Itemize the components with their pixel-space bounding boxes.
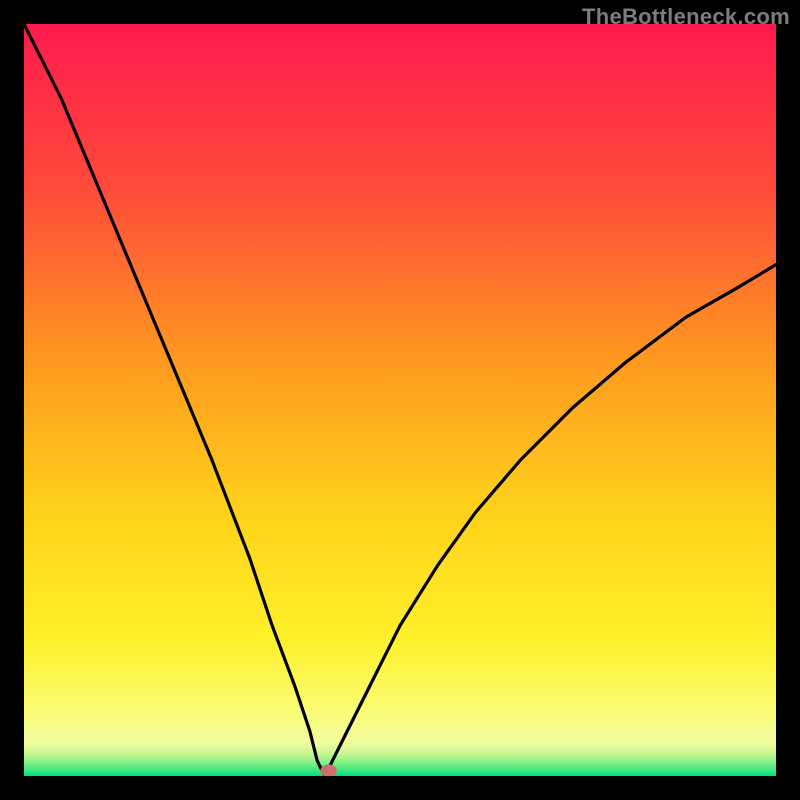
chart-frame: { "watermark": "TheBottleneck.com", "cha… xyxy=(0,0,800,800)
plot-area xyxy=(24,24,776,776)
bottleneck-chart xyxy=(24,24,776,776)
gradient-background xyxy=(24,24,776,776)
